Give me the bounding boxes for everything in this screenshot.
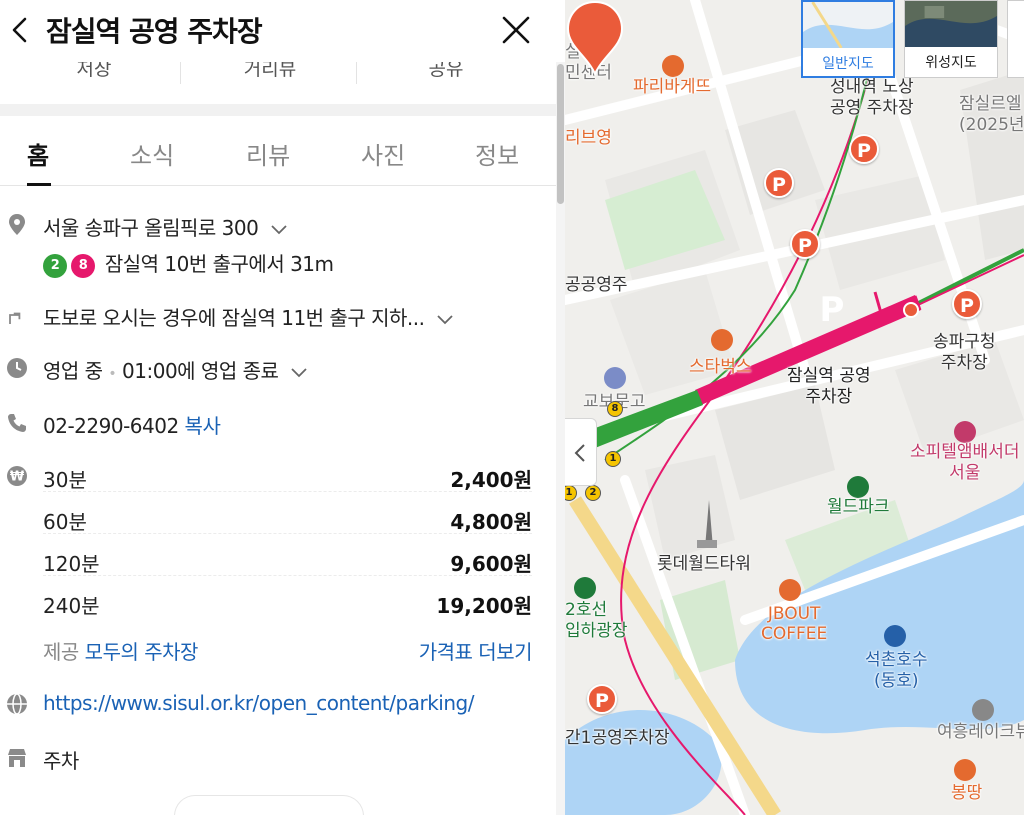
provider-prefix: 제공 — [43, 640, 79, 664]
hours-toggle[interactable]: 영업 중 • 01:00에 영업 종료 — [43, 355, 308, 384]
map-label-gonggong[interactable]: 공공영주 — [565, 275, 628, 296]
tab-info[interactable]: 정보 — [475, 136, 519, 171]
price-row: 30분 2,400원 — [43, 462, 532, 492]
map-label-paris-baguette[interactable]: 파리바게뜨 — [633, 77, 711, 98]
selected-pin-letter: P — [819, 290, 845, 330]
map-type-label: 위성지도 — [925, 55, 977, 71]
subway-station-marker[interactable]: 2 — [585, 485, 601, 501]
parking-pin[interactable]: P — [764, 168, 794, 198]
map-label-jbout-coffee[interactable]: JBOUT COFFEE — [761, 604, 827, 644]
selected-place-pin[interactable] — [565, 0, 625, 76]
address-text: 서울 송파구 올림픽로 300 — [43, 216, 259, 240]
category-text: 주차 — [43, 749, 79, 773]
map-label-parking-1[interactable]: 간1공영주차장 — [565, 728, 670, 749]
price-duration: 120분 — [43, 552, 100, 576]
price-duration: 30분 — [43, 468, 87, 492]
map-label-seokchon-lake[interactable]: 석촌호수 (동호) — [865, 650, 928, 692]
parking-pin[interactable]: P — [790, 229, 820, 259]
map-label-sofitel[interactable]: 소피텔앰배서더 서울 — [910, 442, 1019, 484]
satellite-map-thumbnail — [905, 1, 997, 47]
scrollbar-thumb[interactable] — [557, 64, 564, 204]
map-label-line2-plaza[interactable]: 2호선 입하광장 — [565, 600, 628, 642]
tab-photos[interactable]: 사진 — [361, 136, 405, 171]
standard-map-thumbnail — [803, 2, 893, 48]
selected-place-line2: 주차장 — [805, 387, 853, 407]
tab-bar: 홈 소식 리뷰 사진 정보 — [0, 116, 556, 186]
clock-icon — [7, 358, 27, 378]
parking-pin[interactable]: P — [952, 289, 982, 319]
provider-link[interactable]: 모두의 주차장 — [85, 640, 199, 664]
map-label-yeoheung[interactable]: 여흥레이크뷰 — [937, 722, 1024, 743]
close-icon[interactable] — [500, 14, 532, 46]
map-label-world-park[interactable]: 월드파크 — [827, 497, 890, 518]
chevron-left-icon — [574, 444, 585, 462]
price-provider: 제공 모두의 주차장 — [43, 636, 198, 665]
map-view[interactable]: 실6동민센터 파리바게뜨 성내역 노상공영 주차장 잠실르엘(2025년11 리… — [565, 0, 1024, 815]
hours-status: 영업 중 — [43, 359, 103, 383]
address-toggle[interactable]: 서울 송파구 올림픽로 300 — [43, 212, 288, 241]
line-2-badge: 2 — [43, 253, 67, 278]
globe-icon — [7, 693, 27, 715]
subway-info: 28 잠실역 10번 출구에서 31m — [43, 248, 334, 278]
chevron-down-icon — [437, 314, 453, 324]
map-label-seongnae-parking[interactable]: 성내역 노상 공영 주차장 — [830, 77, 914, 119]
section-divider — [0, 104, 556, 116]
directions-text: 도보로 오시는 경우에 잠실역 11번 출구 지하... — [43, 306, 425, 330]
map-label-lotte-tower[interactable]: 롯데월드타워 — [657, 554, 751, 575]
subway-station-marker[interactable]: 8 — [607, 401, 623, 417]
parking-pin[interactable]: P — [587, 684, 617, 714]
map-type-more[interactable] — [1007, 0, 1024, 78]
walk-directions-icon — [9, 312, 21, 324]
map-type-standard[interactable]: 일반지도 — [801, 0, 895, 78]
selected-place-line1: 잠실역 공영 — [787, 366, 871, 386]
hours-detail: 01:00에 영업 종료 — [122, 359, 279, 383]
svg-text:₩: ₩ — [10, 470, 25, 485]
subway-station-marker[interactable]: 1 — [605, 451, 621, 467]
price-amount: 4,800원 — [450, 510, 532, 534]
line-8-badge: 8 — [71, 253, 95, 278]
price-amount: 19,200원 — [436, 594, 532, 618]
location-pin-icon — [9, 214, 25, 235]
tab-news[interactable]: 소식 — [130, 136, 174, 171]
directions-toggle[interactable]: 도보로 오시는 경우에 잠실역 11번 출구 지하... — [43, 302, 454, 331]
back-arrow-icon[interactable] — [6, 15, 36, 45]
chevron-down-icon — [271, 224, 287, 234]
tab-reviews[interactable]: 리뷰 — [246, 136, 290, 171]
map-selected-place-label[interactable]: 잠실역 공영 주차장 — [787, 366, 871, 408]
panel-header: 잠실역 공영 주차장 — [0, 0, 556, 62]
panel-scrollbar[interactable] — [556, 62, 565, 815]
store-icon — [8, 749, 26, 767]
map-label-starbucks[interactable]: 스타벅스 — [689, 357, 752, 378]
price-row: 120분 9,600원 — [43, 546, 532, 576]
collapse-panel-button[interactable] — [565, 418, 597, 486]
map-label-jamsil-rel[interactable]: 잠실르엘(2025년11 — [959, 94, 1024, 136]
price-table-more-link[interactable]: 가격표 더보기 — [419, 636, 533, 665]
place-title: 잠실역 공영 주차장 — [46, 15, 263, 48]
place-detail-panel: 잠실역 공영 주차장 저장 거리뷰 공유 홈 소식 리뷰 사진 정보 서울 송파… — [0, 0, 565, 815]
price-row: 60분 4,800원 — [43, 504, 532, 534]
active-tab-indicator — [27, 183, 51, 186]
map-type-satellite[interactable]: 위성지도 — [904, 0, 998, 78]
subway-distance-text: 잠실역 10번 출구에서 31m — [104, 252, 334, 276]
website-link[interactable]: https://www.sisul.or.kr/open_content/par… — [43, 691, 474, 715]
hours-separator: • — [108, 366, 117, 382]
phone-info: 02-2290-6402 복사 — [43, 410, 221, 439]
map-label-bongttang[interactable]: 봉땅 — [951, 783, 982, 804]
chevron-down-icon — [291, 367, 307, 377]
tab-home[interactable]: 홈 — [27, 136, 49, 171]
won-currency-icon: ₩ — [7, 466, 27, 486]
price-amount: 2,400원 — [450, 468, 532, 492]
price-duration: 60분 — [43, 510, 87, 534]
phone-icon — [8, 414, 26, 432]
parking-pin[interactable]: P — [849, 134, 879, 164]
price-amount: 9,600원 — [450, 552, 532, 576]
map-type-label: 일반지도 — [822, 56, 874, 72]
map-label-olive-young[interactable]: 리브영 — [565, 128, 612, 149]
more-info-button[interactable] — [175, 796, 363, 815]
copy-phone-button[interactable]: 복사 — [185, 414, 221, 438]
price-duration: 240분 — [43, 594, 100, 618]
price-row: 240분 19,200원 — [43, 588, 532, 618]
map-label-songpa-parking[interactable]: 송파구청 주차장 — [933, 332, 996, 374]
phone-number[interactable]: 02-2290-6402 — [43, 414, 179, 438]
